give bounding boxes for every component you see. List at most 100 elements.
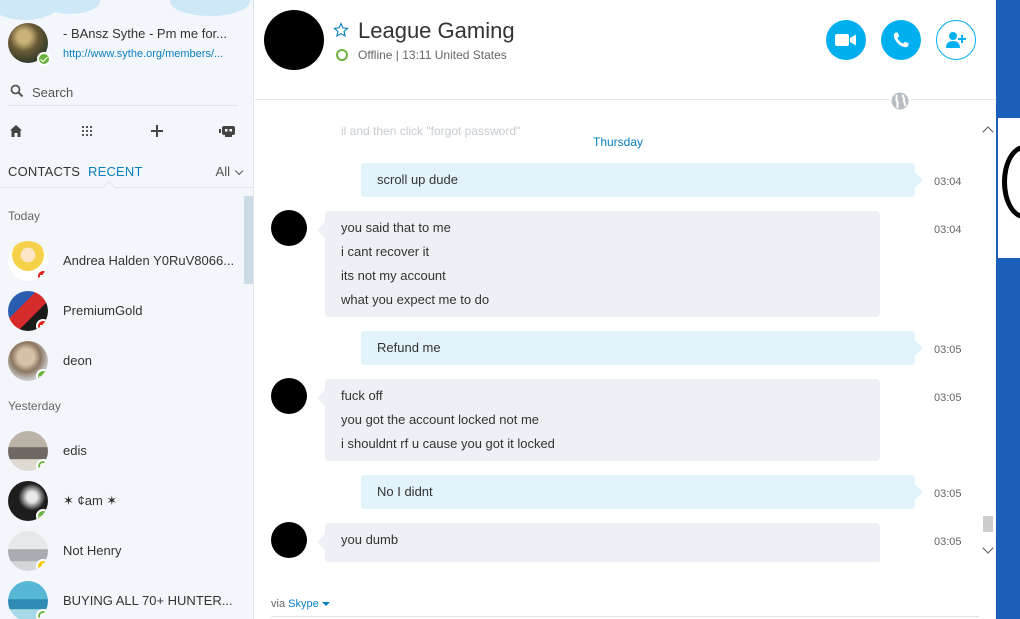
search-box[interactable]: [8, 80, 238, 106]
outgoing-message[interactable]: scroll up dude: [361, 163, 923, 197]
my-profile[interactable]: - BAnsz Sythe - Pm me for... http://www.…: [0, 0, 253, 72]
my-avatar[interactable]: [8, 23, 51, 66]
tab-contacts[interactable]: CONTACTS: [8, 164, 80, 179]
contact-name: ✶ ¢am ✶: [63, 493, 118, 508]
recent-item[interactable]: PremiumGold: [0, 286, 244, 336]
scrollbar-thumb[interactable]: [983, 516, 993, 532]
group-label-today: Today: [8, 209, 41, 223]
add-person-icon: [946, 32, 966, 48]
message-timestamp: 03:05: [934, 488, 962, 500]
video-camera-icon: [835, 34, 856, 46]
contact-avatar: [8, 481, 48, 521]
contact-avatar: [8, 291, 48, 331]
send-via-selector[interactable]: via Skype: [271, 598, 330, 610]
tabs-divider: [0, 187, 253, 188]
recent-item[interactable]: ✶ ¢am ✶: [0, 476, 244, 526]
tab-recent[interactable]: RECENT: [88, 164, 143, 179]
chevron-down-icon: [234, 166, 244, 176]
recent-item[interactable]: BUYING ALL 70+ HUNTER...: [0, 576, 244, 619]
my-mood-message[interactable]: http://www.sythe.org/members/...: [63, 48, 243, 60]
voice-call-button[interactable]: [881, 20, 921, 60]
add-people-button[interactable]: [936, 20, 976, 60]
contact-name: edis: [63, 443, 87, 458]
message-timestamp: 03:05: [934, 392, 962, 404]
conversation-avatar[interactable]: [264, 10, 324, 70]
message-timestamp: 03:05: [934, 344, 962, 356]
message-line: what you expect me to do: [341, 292, 490, 307]
sender-avatar[interactable]: [271, 522, 307, 558]
contact-avatar: [8, 341, 48, 381]
sender-avatar[interactable]: [271, 378, 307, 414]
recent-item[interactable]: edis: [0, 426, 244, 476]
home-button[interactable]: [6, 121, 26, 141]
outgoing-message[interactable]: Refund me: [361, 331, 923, 365]
busy-status-icon: [36, 319, 48, 331]
recent-item[interactable]: deon: [0, 336, 244, 386]
bots-button[interactable]: [218, 121, 238, 141]
filter-label: All: [215, 164, 230, 179]
sender-avatar[interactable]: [271, 210, 307, 246]
sidebar: - BAnsz Sythe - Pm me for... http://www.…: [0, 0, 254, 619]
my-display-name[interactable]: - BAnsz Sythe - Pm me for...: [63, 26, 243, 41]
dialpad-icon: [82, 126, 92, 136]
sidebar-toolbar: [0, 118, 253, 146]
recent-item[interactable]: Andrea Halden Y0RuV8066...: [0, 236, 244, 286]
contact-avatar: [8, 241, 48, 281]
contact-name: Andrea Halden Y0RuV8066...: [63, 253, 235, 268]
phone-icon: [893, 32, 909, 48]
chevron-down-icon: [321, 602, 330, 607]
message-line: i shouldnt rf u cause you got it locked: [341, 436, 555, 451]
conversation-title[interactable]: League Gaming: [358, 18, 515, 44]
incoming-message[interactable]: you said that to me i cant recover it it…: [317, 211, 880, 317]
star-icon[interactable]: [333, 22, 349, 38]
message-timestamp: 03:05: [934, 536, 962, 548]
message-line: i cant recover it: [341, 244, 430, 259]
service-link[interactable]: Skype: [288, 598, 319, 610]
offline-status-icon: [36, 459, 48, 471]
contact-list-scrollbar[interactable]: [244, 196, 253, 284]
online-status-icon: [37, 52, 51, 66]
busy-status-icon: [36, 269, 48, 281]
recent-item[interactable]: Not Henry: [0, 526, 244, 576]
contact-tabs: CONTACTS RECENT All: [0, 160, 253, 188]
message-timestamp: 03:04: [934, 176, 962, 188]
message-line: fuck off: [341, 388, 383, 403]
message-history: il and then click "forgot password" Thur…: [255, 112, 981, 562]
conversation-pane: League Gaming Offline | 13:11 United Sta…: [255, 0, 996, 619]
contact-name: deon: [63, 353, 92, 368]
globe-icon[interactable]: [889, 90, 911, 112]
outgoing-message[interactable]: No I didnt: [361, 475, 923, 509]
message-line: scroll up dude: [377, 172, 458, 187]
message-line: Refund me: [377, 340, 441, 355]
day-separator: Thursday: [592, 135, 644, 149]
incoming-message[interactable]: fuck off you got the account locked not …: [317, 379, 880, 461]
offline-status-icon: [336, 49, 348, 61]
online-status-icon: [36, 369, 48, 381]
recent-filter-dropdown[interactable]: All: [215, 164, 244, 179]
contact-name: PremiumGold: [63, 303, 143, 318]
via-label: via: [271, 598, 286, 610]
message-line: you said that to me: [341, 220, 451, 235]
contact-name: Not Henry: [63, 543, 122, 558]
search-input[interactable]: [32, 82, 232, 102]
contact-name: BUYING ALL 70+ HUNTER...: [63, 593, 233, 608]
message-timestamp: 03:04: [934, 224, 962, 236]
contact-avatar: [8, 531, 48, 571]
home-icon: [10, 125, 22, 137]
contact-avatar: [8, 581, 48, 619]
background-window: [996, 0, 1020, 619]
message-line: you got the account locked not me: [341, 412, 540, 427]
scroll-down-arrow-icon[interactable]: [982, 542, 994, 554]
conversation-status: Offline | 13:11 United States: [358, 48, 507, 62]
plus-icon: [151, 125, 163, 137]
incoming-message[interactable]: you dumb: [317, 523, 880, 562]
video-call-button[interactable]: [826, 20, 866, 60]
dialpad-button[interactable]: [77, 121, 97, 141]
away-status-icon: [36, 559, 48, 571]
message-scrollbar[interactable]: [981, 120, 995, 560]
add-contact-button[interactable]: [147, 121, 167, 141]
scroll-up-arrow-icon[interactable]: [982, 126, 994, 138]
contact-avatar: [8, 431, 48, 471]
message-line: you dumb: [341, 532, 399, 547]
conversation-header: League Gaming Offline | 13:11 United Sta…: [255, 0, 996, 100]
